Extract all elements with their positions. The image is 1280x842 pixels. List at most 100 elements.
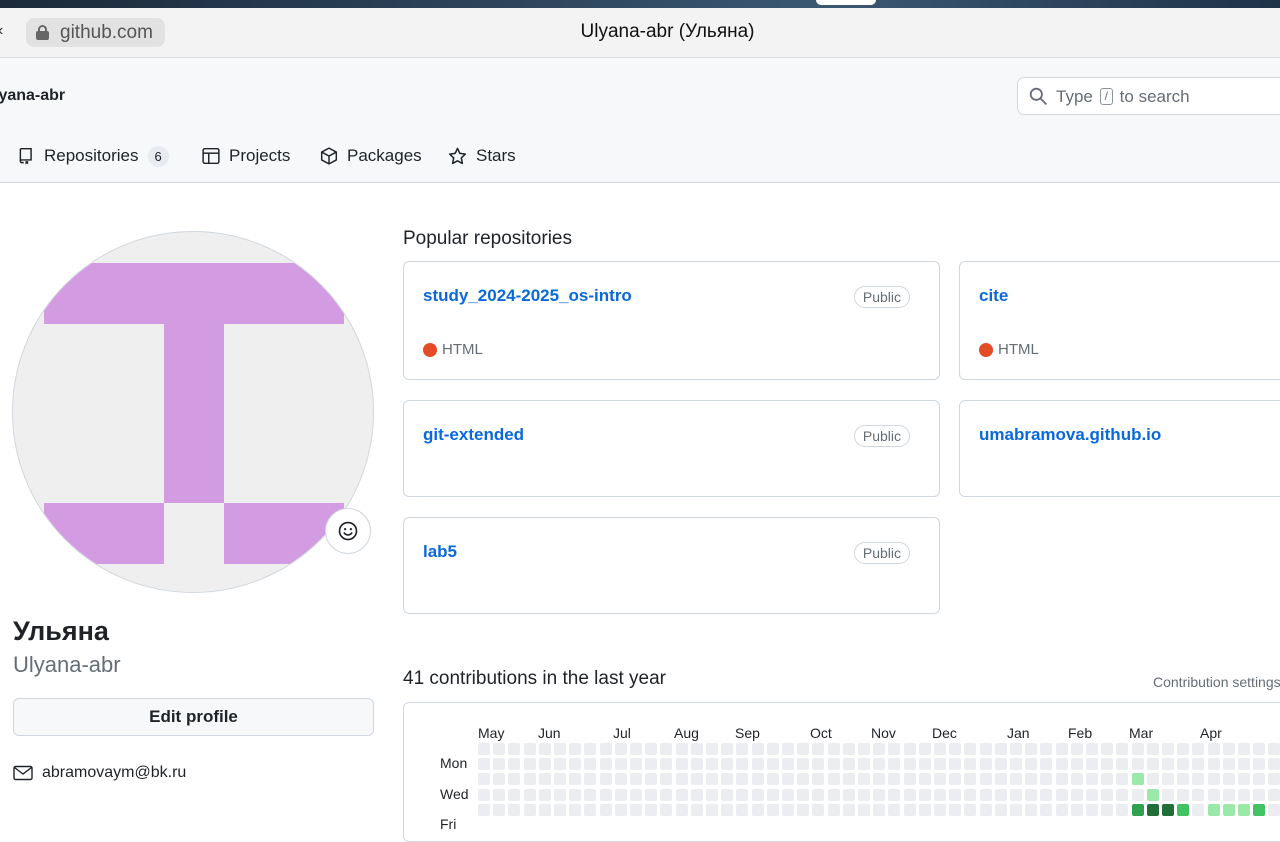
contribution-day-cell[interactable] (979, 758, 992, 771)
contribution-day-cell[interactable] (630, 788, 642, 801)
contribution-day-cell[interactable] (979, 788, 992, 801)
contribution-day-cell[interactable] (1207, 758, 1220, 771)
contribution-day-cell[interactable] (706, 788, 718, 801)
contribution-day-cell[interactable] (508, 773, 521, 786)
contribution-day-cell[interactable] (1040, 788, 1053, 801)
repo-link[interactable]: cite (979, 286, 1008, 306)
contribution-day-cell[interactable] (478, 803, 490, 816)
contribution-day-cell[interactable] (614, 758, 627, 771)
contribution-day-cell[interactable] (1222, 788, 1235, 801)
contribution-day-cell[interactable] (1025, 758, 1038, 771)
contribution-day-cell[interactable] (1055, 773, 1068, 786)
contribution-day-cell[interactable] (508, 803, 521, 816)
contribution-day-cell[interactable] (949, 788, 962, 801)
repo-link[interactable]: umabramova.github.io (979, 425, 1161, 445)
contribution-day-cell[interactable] (1025, 743, 1038, 755)
contribution-day-cell[interactable] (782, 773, 794, 786)
contribution-day-cell[interactable] (554, 803, 566, 816)
contribution-day-cell[interactable] (1070, 743, 1083, 755)
contribution-day-cell[interactable] (630, 773, 642, 786)
contribution-day-cell[interactable] (934, 743, 946, 755)
contribution-day-cell[interactable] (736, 773, 749, 786)
contribution-day-cell[interactable] (979, 743, 992, 755)
contribution-day-cell[interactable] (630, 758, 642, 771)
contribution-day-cell[interactable] (630, 803, 642, 816)
contribution-day-cell[interactable] (599, 788, 612, 801)
contribution-day-cell[interactable] (1070, 773, 1083, 786)
contribution-day-cell[interactable] (660, 743, 673, 755)
contribution-day-cell[interactable] (1025, 803, 1038, 816)
contribution-day-cell[interactable] (1268, 743, 1280, 755)
contribution-day-cell[interactable] (797, 758, 810, 771)
contribution-day-cell[interactable] (873, 803, 886, 816)
contribution-day-cell[interactable] (721, 773, 734, 786)
contribution-day-cell[interactable] (1177, 788, 1190, 801)
contribution-day-cell[interactable] (1177, 773, 1190, 786)
contribution-day-cell[interactable] (1131, 803, 1144, 816)
contribution-day-cell[interactable] (934, 788, 946, 801)
contribution-day-cell[interactable] (736, 743, 749, 755)
contribution-day-cell[interactable] (994, 743, 1007, 755)
contribution-day-cell[interactable] (736, 788, 749, 801)
contribution-day-cell[interactable] (1101, 743, 1114, 755)
contribution-day-cell[interactable] (994, 803, 1007, 816)
contribution-day-cell[interactable] (1192, 773, 1205, 786)
contribution-day-cell[interactable] (751, 773, 764, 786)
contribution-day-cell[interactable] (508, 758, 521, 771)
contribution-day-cell[interactable] (1222, 758, 1235, 771)
contribution-day-cell[interactable] (1055, 788, 1068, 801)
contribution-day-cell[interactable] (1146, 758, 1159, 771)
contribution-day-cell[interactable] (858, 773, 870, 786)
contribution-day-cell[interactable] (493, 758, 506, 771)
contribution-day-cell[interactable] (660, 758, 673, 771)
contribution-day-cell[interactable] (690, 773, 703, 786)
contribution-day-cell[interactable] (964, 773, 977, 786)
contribution-day-cell[interactable] (1101, 773, 1114, 786)
contribution-day-cell[interactable] (569, 788, 582, 801)
contribution-day-cell[interactable] (827, 773, 840, 786)
contribution-day-cell[interactable] (569, 803, 582, 816)
contribution-day-cell[interactable] (782, 743, 794, 755)
contribution-day-cell[interactable] (949, 743, 962, 755)
contribution-day-cell[interactable] (584, 758, 597, 771)
contribution-day-cell[interactable] (797, 773, 810, 786)
contribution-day-cell[interactable] (1222, 773, 1235, 786)
contribution-day-cell[interactable] (584, 788, 597, 801)
contribution-day-cell[interactable] (766, 743, 779, 755)
tab-repositories[interactable]: Repositories 6 (17, 141, 169, 171)
contribution-day-cell[interactable] (1192, 743, 1205, 755)
contribution-day-cell[interactable] (1010, 803, 1022, 816)
contribution-day-cell[interactable] (675, 788, 688, 801)
contribution-day-cell[interactable] (1222, 803, 1235, 816)
contribution-day-cell[interactable] (888, 743, 901, 755)
contribution-day-cell[interactable] (1238, 788, 1250, 801)
contribution-day-cell[interactable] (1086, 758, 1098, 771)
contribution-day-cell[interactable] (584, 773, 597, 786)
contribution-day-cell[interactable] (690, 788, 703, 801)
contribution-day-cell[interactable] (888, 773, 901, 786)
contribution-day-cell[interactable] (538, 773, 551, 786)
contribution-day-cell[interactable] (873, 758, 886, 771)
contribution-day-cell[interactable] (690, 758, 703, 771)
repo-link[interactable]: study_2024-2025_os-intro (423, 286, 632, 306)
contribution-day-cell[interactable] (523, 758, 536, 771)
contribution-day-cell[interactable] (827, 743, 840, 755)
contribution-day-cell[interactable] (660, 788, 673, 801)
contribution-day-cell[interactable] (934, 803, 946, 816)
contribution-day-cell[interactable] (584, 803, 597, 816)
contribution-day-cell[interactable] (1146, 773, 1159, 786)
contribution-day-cell[interactable] (964, 803, 977, 816)
contribution-day-cell[interactable] (736, 758, 749, 771)
contribution-day-cell[interactable] (1040, 758, 1053, 771)
contribution-day-cell[interactable] (1253, 758, 1266, 771)
contribution-day-cell[interactable] (1238, 758, 1250, 771)
contribution-day-cell[interactable] (1116, 743, 1129, 755)
contribution-day-cell[interactable] (493, 803, 506, 816)
contribution-day-cell[interactable] (1268, 758, 1280, 771)
contribution-day-cell[interactable] (751, 743, 764, 755)
contribution-day-cell[interactable] (690, 803, 703, 816)
contribution-day-cell[interactable] (812, 758, 825, 771)
contribution-day-cell[interactable] (1010, 743, 1022, 755)
contribution-day-cell[interactable] (812, 743, 825, 755)
contribution-day-cell[interactable] (751, 803, 764, 816)
